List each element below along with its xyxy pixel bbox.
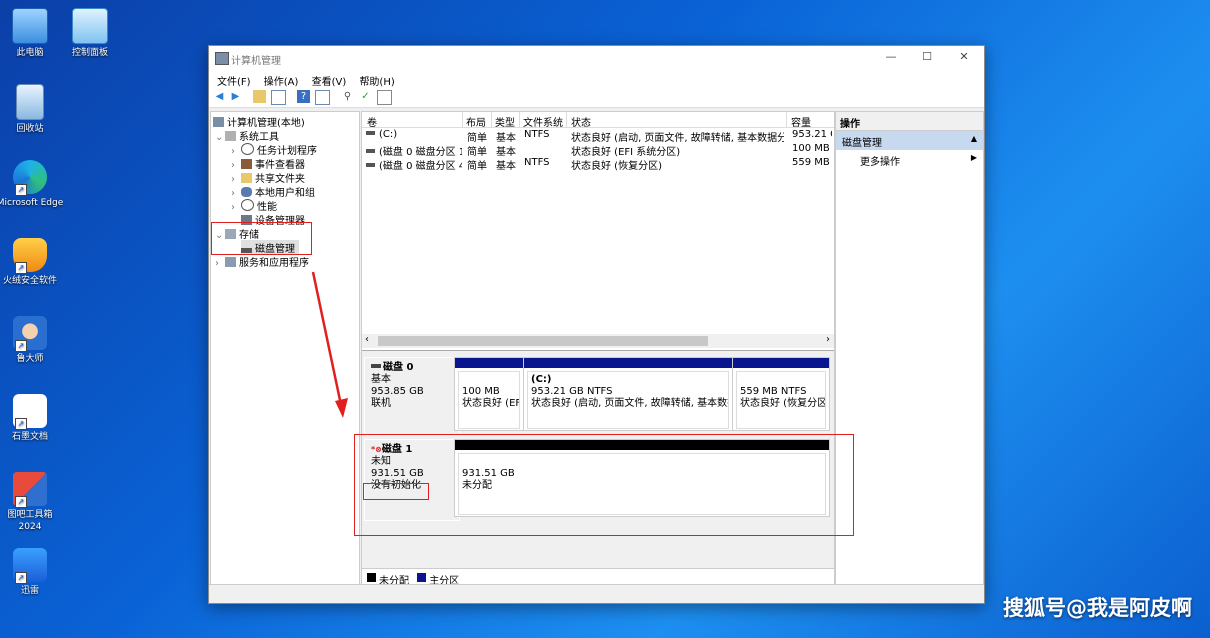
watermark: 搜狐号@我是阿皮啊 <box>1003 596 1192 620</box>
annotation-arrow <box>311 271 348 418</box>
